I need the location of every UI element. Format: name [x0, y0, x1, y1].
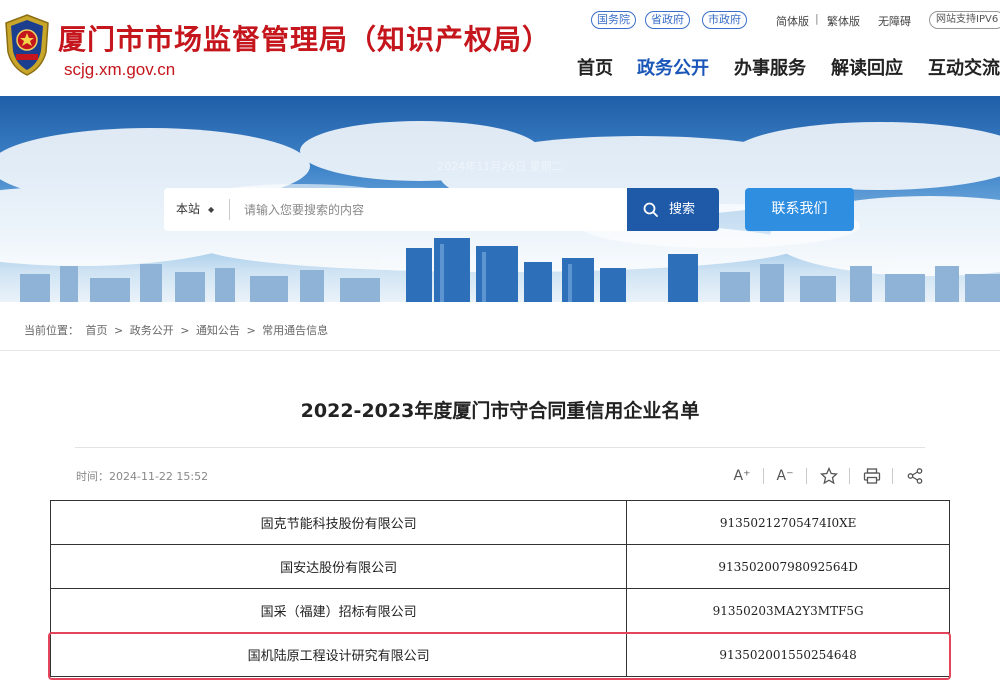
article-title: 2022-2023年度厦门市守合同重信用企业名单: [300, 400, 700, 422]
search-scope-select[interactable]: 本站: [164, 188, 200, 231]
company-name: 国安达股份有限公司: [49, 544, 628, 589]
breadcrumb-item-home[interactable]: 首页: [86, 324, 108, 337]
breadcrumb-separator: >: [246, 324, 256, 337]
divider: [229, 199, 230, 220]
company-name: 国采（福建）招标有限公司: [49, 588, 628, 633]
search-icon: [643, 202, 658, 217]
breadcrumb-prefix: 当前位置：: [24, 324, 79, 337]
simplified-link[interactable]: 简体版: [776, 13, 809, 29]
breadcrumb-separator: >: [180, 324, 190, 337]
divider: [0, 350, 1000, 351]
site-header: 厦门市市场监督管理局（知识产权局） scjg.xm.gov.cn 国务院 省政府…: [0, 0, 1000, 96]
site-domain: scjg.xm.gov.cn: [64, 60, 176, 79]
table-row: 固克节能科技股份有限公司 91350212705474I0XE: [49, 500, 950, 545]
credit-code: 91350200798092564D: [626, 544, 950, 589]
divider: [892, 468, 893, 484]
table-row: 国安达股份有限公司 91350200798092564D: [49, 544, 950, 589]
city-gov-link[interactable]: 市政府: [702, 11, 747, 29]
banner-date: 2024年11月26日 星期二: [437, 160, 563, 173]
font-increase-icon[interactable]: A⁺: [731, 465, 753, 487]
breadcrumb-item-gov-affairs[interactable]: 政务公开: [130, 324, 174, 337]
divider: [849, 468, 850, 484]
credit-code: 91350203MA2Y3MTF5G: [626, 588, 950, 633]
accessibility-link[interactable]: 无障碍: [878, 13, 911, 29]
row-highlight-box: [48, 632, 951, 680]
star-icon[interactable]: [818, 465, 840, 487]
credit-code: 91350212705474I0XE: [626, 500, 950, 545]
nav-gov-affairs[interactable]: 政务公开: [637, 54, 709, 80]
guowuyuan-link[interactable]: 国务院: [591, 11, 636, 29]
search-button-label: 搜索: [669, 202, 696, 217]
divider: [806, 468, 807, 484]
nav-interpretation[interactable]: 解读回应: [831, 54, 903, 80]
divider: [763, 468, 764, 484]
police-emblem-icon: [5, 14, 49, 76]
traditional-link[interactable]: 繁体版: [827, 13, 860, 29]
company-name: 固克节能科技股份有限公司: [49, 500, 628, 545]
breadcrumb-separator: >: [114, 324, 124, 337]
print-icon[interactable]: [861, 465, 883, 487]
divider: |: [815, 12, 819, 25]
breadcrumb: 当前位置： 首页 > 政务公开 > 通知公告 > 常用通告信息: [24, 322, 331, 338]
ipv6-badge: 网站支持IPV6: [929, 11, 1000, 29]
publish-time: 时间：2024-11-22 15:52: [76, 470, 209, 483]
nav-services[interactable]: 办事服务: [734, 54, 806, 80]
caret-updown-icon[interactable]: ◆: [208, 188, 214, 231]
breadcrumb-item-notices[interactable]: 通知公告: [196, 324, 240, 337]
nav-home[interactable]: 首页: [577, 54, 613, 80]
search-button[interactable]: 搜索: [627, 188, 719, 231]
province-gov-link[interactable]: 省政府: [645, 11, 690, 29]
contact-button[interactable]: 联系我们: [745, 188, 854, 231]
divider: [75, 447, 925, 448]
table-row: 国采（福建）招标有限公司 91350203MA2Y3MTF5G: [49, 588, 950, 633]
search-input[interactable]: [234, 188, 624, 231]
font-decrease-icon[interactable]: A⁻: [774, 465, 796, 487]
share-icon[interactable]: [904, 465, 926, 487]
site-title: 厦门市市场监督管理局（知识产权局）: [58, 23, 552, 56]
nav-interaction[interactable]: 互动交流: [928, 54, 1000, 80]
breadcrumb-item-common-notices[interactable]: 常用通告信息: [262, 324, 328, 337]
